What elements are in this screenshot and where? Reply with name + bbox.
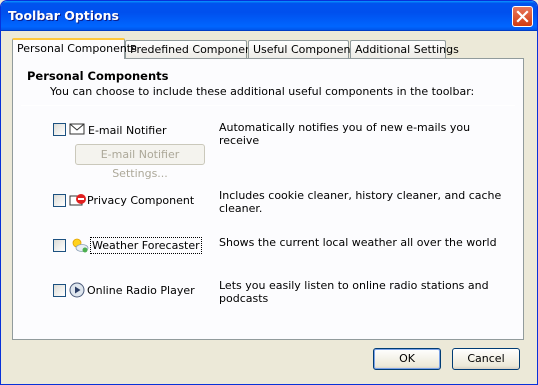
privacy-icon (69, 194, 86, 206)
component-label[interactable]: Weather Forecaster (90, 237, 202, 254)
component-description: Automatically notifies you of new e-mail… (219, 121, 471, 147)
cancel-button[interactable]: Cancel (452, 348, 520, 370)
tab-panel: Personal Components You can choose to in… (12, 58, 524, 340)
email-notifier-checkbox[interactable] (53, 123, 66, 136)
tab-label: Additional Settings (355, 43, 459, 56)
component-label[interactable]: Privacy Component (87, 194, 194, 207)
component-description: Lets you easily listen to online radio s… (219, 279, 489, 305)
radio-player-checkbox[interactable] (53, 284, 66, 297)
email-notifier-settings-button[interactable]: E-mail Notifier Settings... (75, 144, 205, 180)
weather-icon (72, 238, 89, 253)
privacy-component-checkbox[interactable] (53, 194, 66, 207)
component-label[interactable]: Online Radio Player (87, 284, 195, 297)
section-description: You can choose to include these addition… (50, 85, 475, 98)
close-icon (516, 10, 529, 23)
close-button[interactable] (512, 6, 533, 27)
window-title: Toolbar Options (8, 8, 119, 23)
component-description: Shows the current local weather all over… (219, 236, 497, 249)
tab-additional-settings[interactable]: Additional Settings (350, 40, 459, 58)
tab-personal-components[interactable]: Personal Components (12, 38, 137, 59)
tab-predefined-components[interactable]: Predefined Components (125, 40, 262, 58)
tab-label: Predefined Components (130, 43, 262, 56)
separator (21, 105, 515, 106)
tab-useful-components[interactable]: Useful Components (248, 40, 361, 58)
component-label[interactable]: E-mail Notifier (88, 124, 167, 137)
email-notifier-icon (69, 123, 85, 135)
tab-label: Personal Components (17, 42, 137, 55)
title-bar[interactable]: Toolbar Options (1, 1, 537, 31)
tab-label: Useful Components (253, 43, 361, 56)
component-description: Includes cookie cleaner, history cleaner… (219, 189, 502, 215)
radio-play-icon (69, 282, 85, 298)
weather-forecaster-checkbox[interactable] (53, 239, 66, 252)
ok-button[interactable]: OK (373, 348, 441, 370)
section-heading: Personal Components (27, 69, 169, 83)
toolbar-options-dialog: Toolbar Options Personal Components Pred… (0, 0, 538, 385)
